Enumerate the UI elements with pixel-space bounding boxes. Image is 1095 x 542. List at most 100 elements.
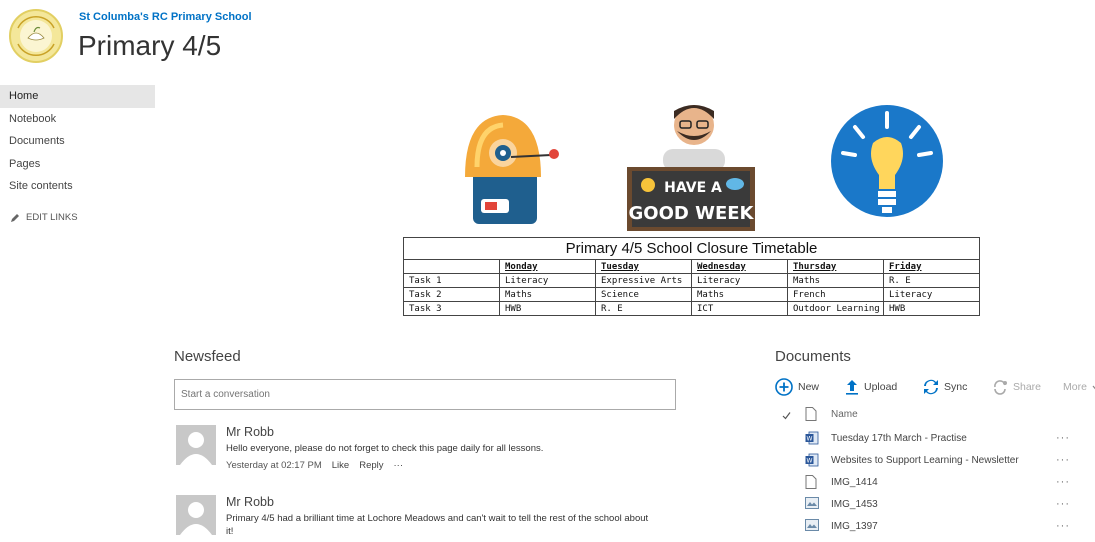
list-item[interactable]: W Websites to Support Learning - Newslet… [775,453,1095,471]
newsfeed-title: Newsfeed [174,348,241,365]
svg-text:W: W [807,436,813,443]
upload-icon [846,380,858,395]
closure-timetable: Primary 4/5 School Closure Timetable Mon… [403,237,980,316]
newsfeed-post: Mr Robb Hello everyone, please do not fo… [176,425,696,471]
timetable-cell: Maths [787,273,884,288]
timetable-cell: Science [595,287,692,302]
nav-item-site-contents[interactable]: Site contents [0,175,155,198]
newsfeed-post: Mr Robb Primary 4/5 had a brilliant time… [176,495,696,542]
svg-text:W: W [807,458,813,465]
timetable-cell: Literacy [883,287,980,302]
timetable-cell: R. E [883,273,980,288]
timetable-cell: HWB [499,301,596,316]
avatar[interactable] [176,425,216,465]
document-menu-button[interactable]: ··· [1056,476,1070,488]
table-row: Task 1 Literacy Expressive Arts Literacy… [403,273,980,288]
nav-item-documents[interactable]: Documents [0,130,155,153]
name-column-header[interactable]: Name [831,409,858,420]
start-conversation-input[interactable] [174,379,676,410]
timetable-cell: French [787,287,884,302]
table-row: Task 2 Maths Science Maths French Litera… [403,287,980,302]
documents-header-row: Name [775,407,1095,425]
more-label: More [1063,381,1087,393]
timetable-cell: R. E [595,301,692,316]
plus-circle-icon [775,378,793,396]
image-icon [805,497,819,509]
day-header: Monday [499,259,596,274]
sync-button[interactable]: Sync [923,378,967,396]
post-timestamp: Yesterday at 02:17 PM [226,460,322,471]
sync-label: Sync [944,381,968,393]
timetable-header-row: Monday Tuesday Wednesday Thursday Friday [403,259,980,274]
new-label: New [798,381,820,393]
document-name[interactable]: IMG_1453 [831,499,878,510]
have-a-good-week-sign: HAVE A GOOD WEEK [627,167,755,231]
site-link[interactable]: St Columba's RC Primary School [79,11,252,23]
task-label: Task 1 [403,273,500,288]
post-author[interactable]: Mr Robb [226,495,274,509]
word-icon: W [805,453,819,467]
light-bulb-icon [831,105,943,217]
day-header: Tuesday [595,259,692,274]
list-item[interactable]: IMG_1397 ··· [775,519,1095,537]
timetable-cell: Literacy [499,273,596,288]
edit-links-button[interactable]: EDIT LINKS [10,212,78,223]
upload-button[interactable]: Upload [845,378,897,396]
teacher-avatar-icon [663,105,725,171]
document-menu-button[interactable]: ··· [1056,498,1070,510]
document-name[interactable]: Tuesday 17th March - Practise [831,433,967,444]
share-button[interactable]: Share [992,378,1041,396]
sign-line-2: GOOD WEEK [629,203,755,224]
more-button[interactable]: More [1063,378,1095,396]
document-menu-button[interactable]: ··· [1056,520,1070,532]
list-item[interactable]: IMG_1414 ··· [775,475,1095,493]
nav-item-pages[interactable]: Pages [0,153,155,176]
list-item[interactable]: IMG_1453 ··· [775,497,1095,515]
document-name[interactable]: IMG_1414 [831,477,878,488]
edit-links-label: EDIT LINKS [26,212,78,223]
document-name[interactable]: Websites to Support Learning - Newslette… [831,455,1019,466]
timetable-cell: ICT [691,301,788,316]
check-icon[interactable] [782,411,791,420]
timetable-cell: Maths [691,287,788,302]
timetable-cell: Literacy [691,273,788,288]
like-button[interactable]: Like [332,460,349,471]
school-bell-icon [465,115,559,224]
list-item[interactable]: W Tuesday 17th March - Practise ··· [775,431,1095,449]
nav-item-notebook[interactable]: Notebook [0,108,155,131]
upload-label: Upload [864,381,898,393]
new-document-button[interactable]: New [775,378,819,396]
task-label: Task 2 [403,287,500,302]
timetable-title: Primary 4/5 School Closure Timetable [403,237,980,260]
timetable-cell: HWB [883,301,980,316]
day-header: Wednesday [691,259,788,274]
sign-line-1: HAVE A [664,180,722,196]
post-author[interactable]: Mr Robb [226,425,274,439]
day-header: Thursday [787,259,884,274]
share-label: Share [1013,381,1042,393]
share-icon [994,380,1007,395]
page-title: Primary 4/5 [78,30,222,61]
quick-launch-nav: Home Notebook Documents Pages Site conte… [0,85,155,198]
document-menu-button[interactable]: ··· [1056,432,1070,444]
post-meta: Yesterday at 02:17 PM Like Reply ··· [226,460,403,471]
document-name[interactable]: IMG_1397 [831,521,878,532]
reply-button[interactable]: Reply [359,460,383,471]
image-icon [805,519,819,531]
task-label: Task 3 [403,301,500,316]
file-type-icon [805,407,817,421]
banner-image: HAVE A GOOD WEEK [465,105,943,231]
file-icon [805,475,817,489]
school-logo[interactable] [8,8,64,64]
post-more-button[interactable]: ··· [394,460,404,471]
document-menu-button[interactable]: ··· [1056,454,1070,466]
post-text: Hello everyone, please do not forget to … [226,443,544,454]
table-row: Task 3 HWB R. E ICT Outdoor Learning HWB [403,301,980,316]
sync-icon [924,379,938,395]
nav-item-home[interactable]: Home [0,85,155,108]
documents-title: Documents [775,348,851,365]
pencil-icon [11,213,19,222]
day-header: Friday [883,259,980,274]
avatar[interactable] [176,495,216,535]
timetable-cell: Expressive Arts [595,273,692,288]
